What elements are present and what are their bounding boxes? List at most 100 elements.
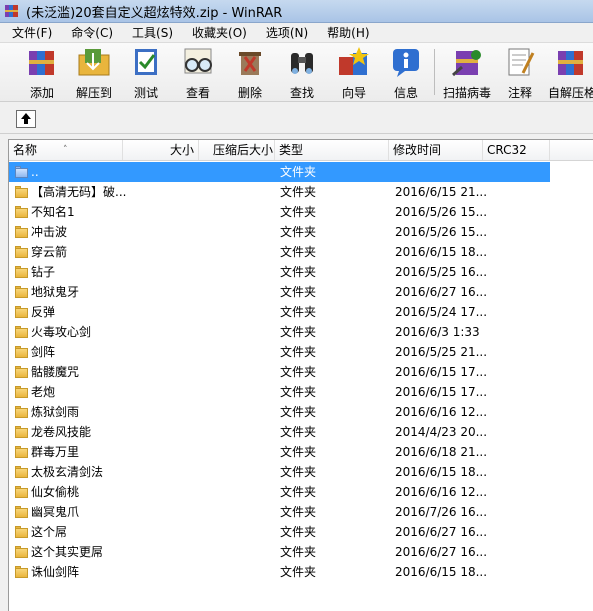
folder-icon bbox=[15, 466, 28, 478]
file-name: 剑阵 bbox=[31, 345, 56, 359]
file-row[interactable]: 这个其实更屌 文件夹 2016/6/27 16... bbox=[9, 542, 593, 562]
file-modified: 2016/6/27 16... bbox=[395, 545, 488, 559]
folder-icon bbox=[15, 226, 28, 238]
menu-tools[interactable]: 工具(S) bbox=[120, 24, 180, 41]
folder-icon bbox=[15, 566, 28, 578]
comment-icon bbox=[501, 45, 539, 79]
file-type: 文件夹 bbox=[280, 225, 317, 239]
column-crc-header[interactable]: CRC32 bbox=[483, 140, 550, 160]
file-row[interactable]: 穿云箭 文件夹 2016/6/15 18... bbox=[9, 242, 593, 262]
file-type: 文件夹 bbox=[280, 545, 317, 559]
parent-folder-icon bbox=[15, 166, 28, 178]
folder-icon bbox=[15, 506, 28, 518]
folder-icon bbox=[15, 326, 28, 338]
column-packed-header[interactable]: 压缩后大小 bbox=[199, 140, 275, 160]
parent-folder-row[interactable]: .. 文件夹 bbox=[9, 162, 593, 182]
file-type: 文件夹 bbox=[280, 525, 317, 539]
file-row[interactable]: 龙卷风技能 文件夹 2014/4/23 20... bbox=[9, 422, 593, 442]
toolbar-extract-button[interactable]: 解压到 bbox=[68, 45, 120, 100]
file-type: 文件夹 bbox=[280, 405, 317, 419]
menu-commands[interactable]: 命令(C) bbox=[59, 24, 120, 41]
file-name: 钻子 bbox=[31, 265, 56, 279]
up-folder-button[interactable] bbox=[16, 110, 36, 128]
folder-icon bbox=[15, 526, 28, 538]
folder-icon bbox=[15, 206, 28, 218]
file-row[interactable]: 老炮 文件夹 2016/6/15 17... bbox=[9, 382, 593, 402]
toolbar-scan-button[interactable]: 扫描病毒 bbox=[438, 45, 496, 100]
file-modified: 2016/6/3 1:33 bbox=[395, 325, 480, 339]
file-row[interactable]: 钻子 文件夹 2016/5/25 16... bbox=[9, 262, 593, 282]
title-bar: (未泛滥)20套自定义超炫特效.zip - WinRAR bbox=[0, 0, 593, 23]
column-modified-header[interactable]: 修改时间 bbox=[389, 140, 483, 160]
file-row[interactable]: 炼狱剑雨 文件夹 2016/6/16 12... bbox=[9, 402, 593, 422]
menu-file[interactable]: 文件(F) bbox=[0, 24, 59, 41]
file-row[interactable]: 火毒攻心剑 文件夹 2016/6/3 1:33 bbox=[9, 322, 593, 342]
folder-icon bbox=[15, 546, 28, 558]
menu-favorites[interactable]: 收藏夹(O) bbox=[180, 24, 254, 41]
file-modified: 2016/6/18 21... bbox=[395, 445, 488, 459]
file-row[interactable]: 【高清无码】破... 文件夹 2016/6/15 21... bbox=[9, 182, 593, 202]
file-row[interactable]: 冲击波 文件夹 2016/5/26 15... bbox=[9, 222, 593, 242]
file-row[interactable]: 仙女偷桃 文件夹 2016/6/16 12... bbox=[9, 482, 593, 502]
file-row[interactable]: 剑阵 文件夹 2016/5/25 21... bbox=[9, 342, 593, 362]
toolbar-wizard-button[interactable]: 向导 bbox=[328, 45, 380, 100]
file-row[interactable]: 诛仙剑阵 文件夹 2016/6/15 18... bbox=[9, 562, 593, 582]
wizard-icon bbox=[335, 45, 373, 79]
toolbar-info-label: 信息 bbox=[393, 86, 418, 100]
file-type: 文件夹 bbox=[280, 505, 317, 519]
file-name: 群毒万里 bbox=[31, 445, 80, 459]
view-glasses-icon bbox=[179, 45, 217, 79]
address-bar bbox=[0, 103, 593, 134]
toolbar-sfx-button[interactable]: 自解压格 bbox=[548, 45, 593, 100]
toolbar-test-button[interactable]: 测试 bbox=[120, 45, 172, 100]
file-modified: 2016/5/25 21... bbox=[395, 345, 488, 359]
toolbar-comment-button[interactable]: 注释 bbox=[494, 45, 546, 100]
column-size-header[interactable]: 大小 bbox=[123, 140, 199, 160]
folder-icon bbox=[15, 406, 28, 418]
toolbar-sfx-label: 自解压格 bbox=[548, 86, 593, 100]
file-type: 文件夹 bbox=[280, 425, 317, 439]
file-name: 太极玄清剑法 bbox=[31, 465, 104, 479]
toolbar-add-button[interactable]: 添加 bbox=[16, 45, 68, 100]
file-row[interactable]: 幽冥鬼爪 文件夹 2016/7/26 16... bbox=[9, 502, 593, 522]
column-type-header[interactable]: 类型 bbox=[275, 140, 389, 160]
toolbar-delete-button[interactable]: 删除 bbox=[224, 45, 276, 100]
file-row[interactable]: 骷髅魔咒 文件夹 2016/6/15 17... bbox=[9, 362, 593, 382]
column-name-header[interactable]: 名称 ˄ bbox=[9, 140, 123, 160]
toolbar-view-button[interactable]: 查看 bbox=[172, 45, 224, 100]
file-name: 幽冥鬼爪 bbox=[31, 505, 80, 519]
folder-icon bbox=[15, 486, 28, 498]
file-row[interactable]: 群毒万里 文件夹 2016/6/18 21... bbox=[9, 442, 593, 462]
window-title: (未泛滥)20套自定义超炫特效.zip - WinRAR bbox=[26, 5, 283, 21]
file-row[interactable]: 反弹 文件夹 2016/5/24 17... bbox=[9, 302, 593, 322]
file-row[interactable]: 这个屌 文件夹 2016/6/27 16... bbox=[9, 522, 593, 542]
toolbar-scan-label: 扫描病毒 bbox=[442, 86, 491, 100]
test-check-icon bbox=[127, 45, 165, 79]
menu-help[interactable]: 帮助(H) bbox=[315, 24, 376, 41]
file-modified: 2016/6/15 17... bbox=[395, 365, 488, 379]
extract-folder-icon bbox=[75, 45, 113, 79]
folder-icon bbox=[15, 266, 28, 278]
file-row[interactable]: 太极玄清剑法 文件夹 2016/6/15 18... bbox=[9, 462, 593, 482]
file-modified: 2016/6/16 12... bbox=[395, 405, 488, 419]
column-size-label: 大小 bbox=[169, 143, 194, 157]
toolbar-test-label: 测试 bbox=[133, 86, 158, 100]
file-modified: 2016/6/15 17... bbox=[395, 385, 488, 399]
add-books-icon bbox=[23, 45, 61, 79]
file-modified: 2016/5/26 15... bbox=[395, 205, 488, 219]
file-name: 反弹 bbox=[31, 305, 56, 319]
file-list[interactable]: 名称 ˄ 大小 压缩后大小 类型 修改时间 CRC32 .. 文件夹 【高清无码】破… bbox=[8, 139, 593, 611]
file-row[interactable]: 地狱鬼牙 文件夹 2016/6/27 16... bbox=[9, 282, 593, 302]
menu-options[interactable]: 选项(N) bbox=[254, 24, 315, 41]
column-header: 名称 ˄ 大小 压缩后大小 类型 修改时间 CRC32 bbox=[9, 140, 593, 161]
folder-icon bbox=[15, 186, 28, 198]
toolbar-find-button[interactable]: 查找 bbox=[276, 45, 328, 100]
toolbar-info-button[interactable]: 信息 bbox=[380, 45, 432, 100]
column-type-label: 类型 bbox=[279, 143, 304, 157]
delete-recycle-icon bbox=[231, 45, 269, 79]
file-modified bbox=[395, 162, 493, 182]
file-type: 文件夹 bbox=[280, 445, 317, 459]
winrar-app-icon bbox=[4, 3, 20, 19]
file-row[interactable]: 不知名1 文件夹 2016/5/26 15... bbox=[9, 202, 593, 222]
file-type: 文件夹 bbox=[280, 265, 317, 279]
